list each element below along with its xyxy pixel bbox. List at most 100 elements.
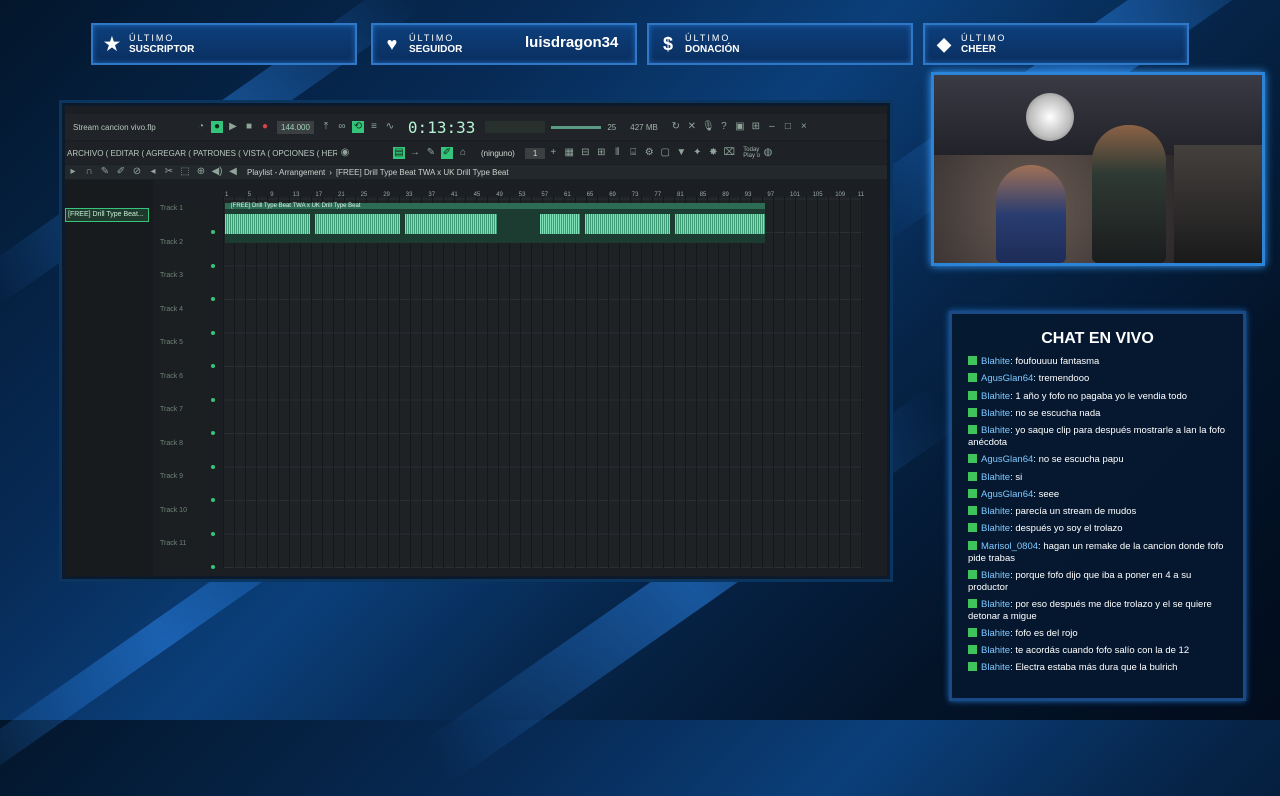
refresh-icon[interactable]: ↻ [670,121,682,133]
track-header[interactable]: Track 4 [158,303,218,337]
song-mode-button[interactable]: ● [211,121,223,133]
mic-icon[interactable]: 🎙 [702,121,715,133]
arrow-left-icon[interactable]: ◀ [227,166,239,178]
paint-tool-icon[interactable]: ✐ [115,166,127,178]
save-icon[interactable]: ▣ [734,121,746,133]
script-icon[interactable]: ▼ [675,147,687,159]
track-led[interactable] [211,498,215,502]
speaker-icon[interactable]: ◀) [211,166,223,178]
add-pattern-icon[interactable]: + [547,147,559,159]
help-icon[interactable]: ? [718,121,730,133]
play-icon[interactable]: ▶ [227,121,239,133]
track-header[interactable]: Track 8 [158,437,218,471]
folder-icon[interactable]: ▢ [659,147,671,159]
pattern-selector[interactable]: (ninguno) [481,149,515,158]
record-icon[interactable]: ● [259,121,271,133]
chat-username[interactable]: Blahite [981,391,1010,402]
slice-tool-icon[interactable]: ✂ [163,166,175,178]
arrow-right-icon[interactable]: ▸ [67,166,79,178]
maximize-icon[interactable]: □ [782,121,794,133]
track-header[interactable]: Track 2 [158,236,218,270]
zoom-tool-icon[interactable]: ⊕ [195,166,207,178]
track-header[interactable]: Track 11 [158,538,218,571]
piano-roll-icon[interactable]: ⊟ [579,147,591,159]
delete-tool-icon[interactable]: ⊘ [131,166,143,178]
mixer-window-icon[interactable]: ⫴ [611,147,623,159]
loop-record-icon[interactable]: ⟲ [351,121,364,133]
touch-icon[interactable]: ✦ [691,147,703,159]
plugin-icon[interactable]: ⚙ [643,147,655,159]
chat-username[interactable]: Blahite [981,628,1010,639]
master-volume-slider[interactable] [551,125,602,129]
chat-message: Blahite: yo saque clip para después most… [968,425,1228,449]
chat-username[interactable]: Blahite [981,599,1010,610]
track-header[interactable]: Track 7 [158,404,218,437]
news-panel[interactable]: Today Play o [743,147,760,159]
chat-username[interactable]: Blahite [981,506,1010,517]
track-led[interactable] [211,230,215,234]
track-header[interactable]: Track 3 [158,270,218,303]
pitch-knob-icon[interactable]: ◉ [339,147,351,159]
chat-username[interactable]: Blahite [981,523,1010,534]
metronome-icon[interactable]: ◔ [195,121,207,133]
track-header[interactable]: Track 5 [158,337,218,370]
browser-icon[interactable]: ⌸ [627,147,639,159]
track-header[interactable]: Track 10 [158,504,218,538]
brush-icon[interactable]: ✐ [441,147,453,159]
track-led[interactable] [211,364,215,368]
subscriber-badge-icon [968,569,977,579]
chat-username[interactable]: Blahite [981,662,1010,673]
globe-icon[interactable]: ◍ [762,147,774,159]
playlist-icon[interactable]: ▦ [563,147,575,159]
step-icon[interactable]: ≡ [368,121,380,133]
chat-username[interactable]: Marisol_0804 [981,541,1038,552]
tag-icon[interactable]: ✸ [707,147,719,159]
subscriber-badge-icon [968,506,977,516]
track-header[interactable]: Track 1 [158,203,218,236]
mixer-icon[interactable]: ⊞ [750,121,762,133]
wait-icon[interactable]: ⤒ [320,121,332,133]
chat-username[interactable]: AgusGlan64 [981,454,1033,465]
tuner-icon[interactable]: ✕ [686,121,698,133]
chat-username[interactable]: Blahite [981,408,1010,419]
close-icon[interactable]: × [798,121,810,133]
main-menu[interactable]: ARCHIVO ( EDITAR ( AGREGAR ( PATRONES ( … [65,149,337,158]
mute-tool-icon[interactable]: ◂ [147,166,159,178]
picker-clip-item[interactable]: [FREE] Drill Type Beat... [65,208,149,222]
tempo-display[interactable]: 144.000 [277,120,314,134]
track-led[interactable] [211,431,215,435]
track-led[interactable] [211,464,215,469]
playlist-grid[interactable] [223,196,863,568]
track-led[interactable] [211,531,215,536]
chat-username[interactable]: Blahite [981,425,1010,436]
magnet-icon[interactable]: ∩ [83,166,95,178]
pattern-mode-icon[interactable]: ▤ [393,147,405,159]
track-led[interactable] [211,263,215,268]
pattern-number[interactable]: 1 [524,147,546,159]
cart-icon[interactable]: ⌧ [723,147,736,159]
star-icon: ★ [103,33,121,54]
track-led[interactable] [211,330,215,335]
pencil-icon[interactable]: ✎ [425,147,437,159]
subscriber-badge-icon [968,425,977,435]
chat-username[interactable]: Blahite [981,356,1010,367]
chat-username[interactable]: Blahite [981,472,1010,483]
snap-icon[interactable]: ∞ [336,121,348,133]
chat-username[interactable]: Blahite [981,570,1010,581]
track-led[interactable] [211,397,215,402]
chat-username[interactable]: AgusGlan64 [981,489,1033,500]
chat-username[interactable]: AgusGlan64 [981,373,1033,384]
stamp-icon[interactable]: ⌂ [457,147,469,159]
chat-username[interactable]: Blahite [981,645,1010,656]
stop-icon[interactable]: ■ [243,121,255,133]
arrow-right-icon[interactable]: → [409,147,421,159]
blend-icon[interactable]: ∿ [384,121,396,133]
channel-rack-icon[interactable]: ⊞ [595,147,607,159]
track-led[interactable] [211,297,215,301]
pencil-tool-icon[interactable]: ✎ [99,166,111,178]
select-tool-icon[interactable]: ⬚ [179,166,191,178]
track-led[interactable] [211,565,215,569]
track-header[interactable]: Track 9 [158,471,218,504]
track-header[interactable]: Track 6 [158,370,218,404]
minimize-icon[interactable]: – [766,121,778,133]
